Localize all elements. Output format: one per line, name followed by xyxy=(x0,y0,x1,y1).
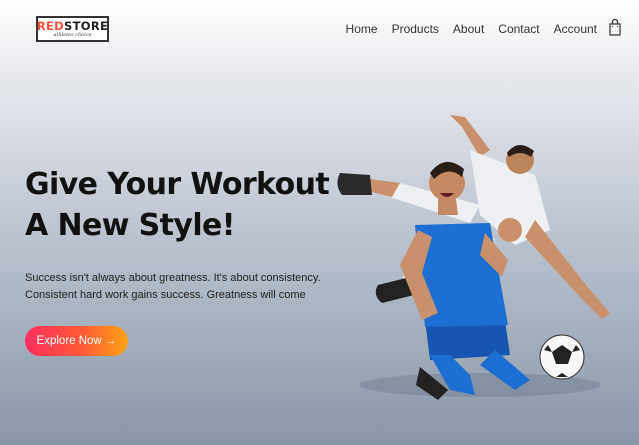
main-menu: Home Products About Contact Account xyxy=(346,22,597,36)
navbar: REDSTORE athletes choice Home Products A… xyxy=(0,0,639,58)
hero-description: Success isn't always about greatness. It… xyxy=(25,270,325,304)
logo-dark-text: STORE xyxy=(64,19,109,33)
menu-item-home[interactable]: Home xyxy=(346,22,378,36)
explore-now-button[interactable]: Explore Now → xyxy=(25,326,128,356)
hero-title-line2: A New Style! xyxy=(25,208,235,243)
logo-text: REDSTORE xyxy=(37,20,108,32)
redstore-logo[interactable]: REDSTORE athletes choice xyxy=(36,16,109,42)
football-players-image xyxy=(337,115,610,400)
menu-item-contact[interactable]: Contact xyxy=(498,22,539,36)
hero-description-line2: Consistent hard work gains success. Grea… xyxy=(25,289,306,301)
logo-red-text: RED xyxy=(36,19,65,33)
menu-item-about[interactable]: About xyxy=(453,22,484,36)
hero-description-line1: Success isn't always about greatness. It… xyxy=(25,272,321,284)
hero-title-line1: Give Your Workout xyxy=(25,167,330,202)
shopping-bag-icon[interactable] xyxy=(609,19,621,36)
logo-tagline: athletes choice xyxy=(53,32,92,38)
menu-item-account[interactable]: Account xyxy=(554,22,597,36)
menu-item-products[interactable]: Products xyxy=(392,22,439,36)
hero-title: Give Your Workout A New Style! xyxy=(25,164,330,246)
